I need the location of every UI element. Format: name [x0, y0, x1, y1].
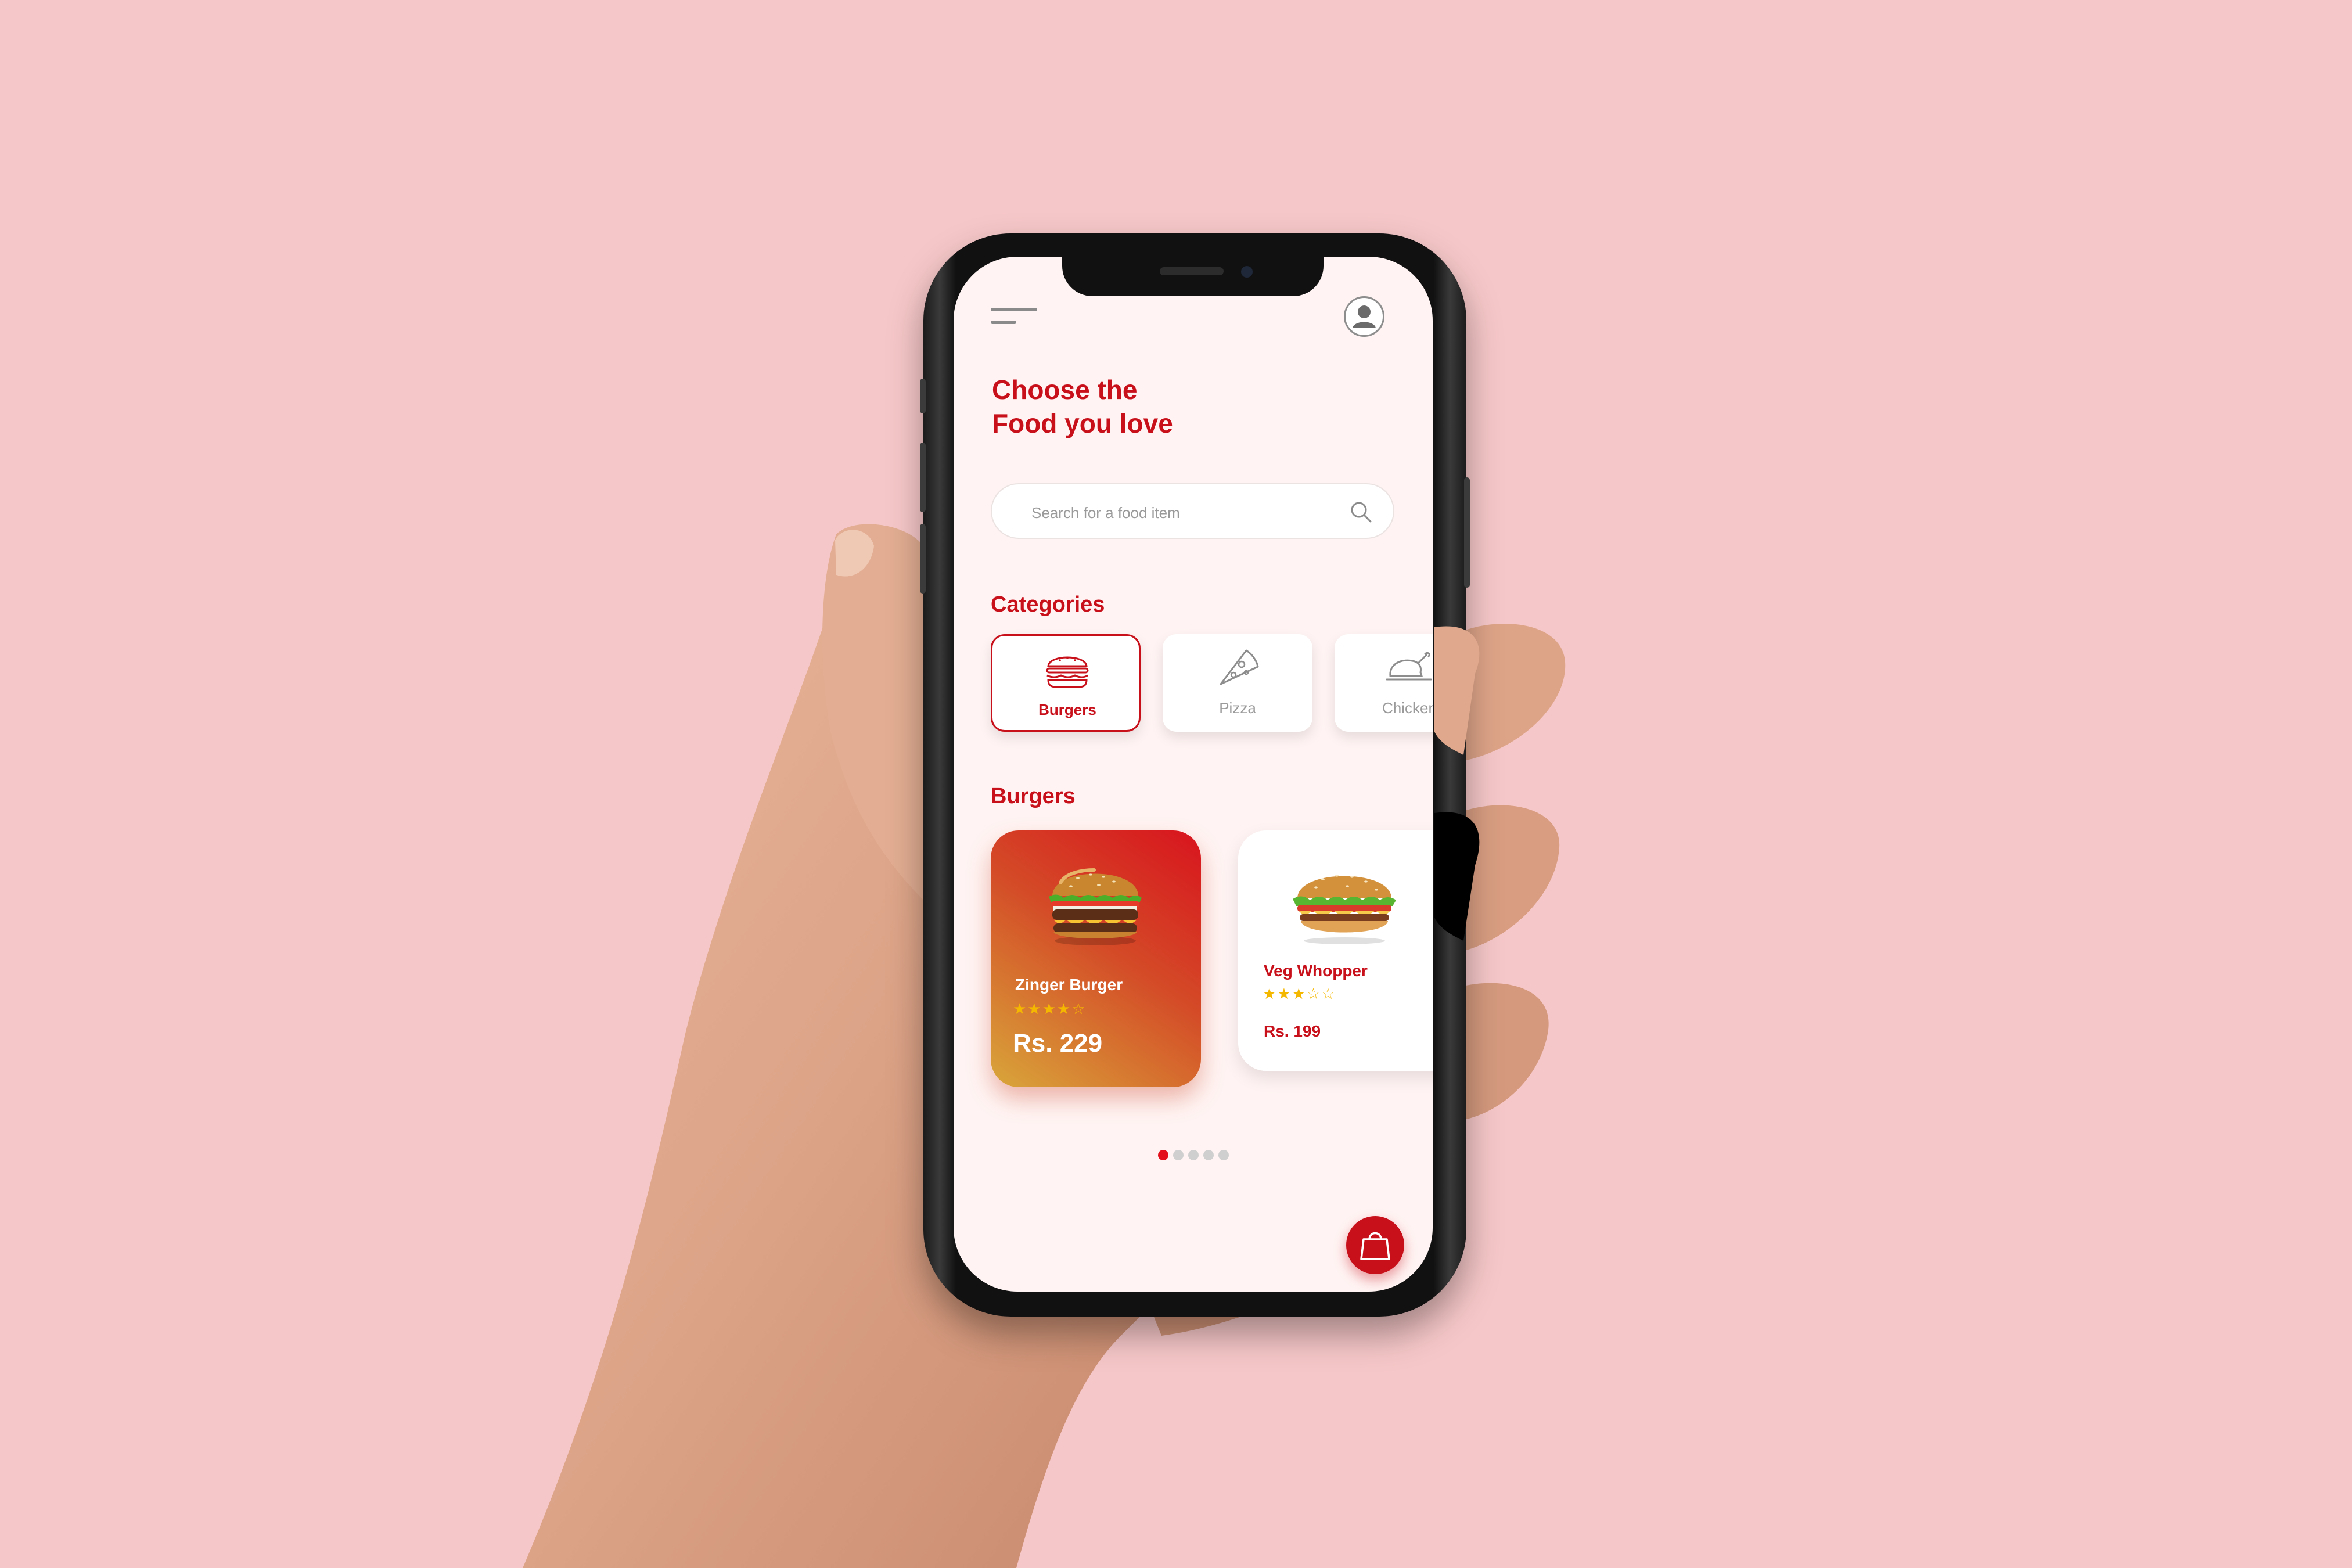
pagination-dot-5[interactable] — [1218, 1150, 1229, 1160]
rating-stars: ★★★★☆ — [1013, 1000, 1087, 1017]
pagination-dot-1[interactable] — [1158, 1150, 1168, 1160]
shopping-bag-icon — [1360, 1232, 1390, 1260]
speaker — [1160, 267, 1224, 275]
title-line-2: Food you love — [992, 408, 1173, 438]
food-card-zinger-burger[interactable]: Zinger Burger ★★★★☆ Rs. 229 — [991, 830, 1201, 1087]
category-label: Chicken — [1382, 699, 1433, 717]
burger-icon — [1046, 656, 1089, 688]
hamburger-menu-icon[interactable] — [991, 308, 1037, 328]
pagination-dot-4[interactable] — [1203, 1150, 1214, 1160]
mute-switch — [920, 379, 926, 413]
zinger-burger-image — [1049, 868, 1142, 945]
front-camera — [1241, 266, 1253, 278]
page-title: Choose the Food you love — [992, 373, 1173, 440]
food-name: Zinger Burger — [1015, 976, 1123, 994]
profile-avatar-icon[interactable] — [1344, 296, 1384, 337]
food-name: Veg Whopper — [1264, 962, 1368, 980]
pagination-dot-3[interactable] — [1188, 1150, 1199, 1160]
veg-whopper-image — [1293, 875, 1396, 944]
search-icon[interactable] — [1348, 499, 1374, 525]
title-line-1: Choose the — [992, 375, 1138, 405]
phone-frame: Choose the Food you love Categories Burg… — [920, 233, 1470, 1317]
rating-stars: ★★★☆☆ — [1263, 985, 1336, 1002]
search-bar — [991, 483, 1394, 539]
pizza-icon — [1220, 649, 1259, 685]
chicken-icon — [1386, 652, 1432, 681]
category-burgers[interactable]: Burgers — [991, 634, 1141, 732]
power-button — [1464, 477, 1470, 588]
pagination-dot-2[interactable] — [1173, 1150, 1184, 1160]
phone-notch — [1062, 257, 1324, 296]
burgers-heading: Burgers — [991, 784, 1076, 808]
category-chicken[interactable]: Chicken — [1335, 634, 1433, 732]
category-pizza[interactable]: Pizza — [1163, 634, 1312, 732]
food-price: Rs. 199 — [1264, 1022, 1321, 1040]
food-card-veg-whopper[interactable]: Veg Whopper ★★★☆☆ Rs. 199 — [1238, 830, 1433, 1071]
category-label: Pizza — [1219, 699, 1256, 717]
cart-button[interactable] — [1346, 1216, 1404, 1274]
volume-down-button — [920, 524, 926, 594]
volume-up-button — [920, 443, 926, 512]
food-price: Rs. 229 — [1013, 1029, 1103, 1058]
search-input[interactable] — [1030, 501, 1346, 525]
categories-heading: Categories — [991, 592, 1105, 617]
category-label: Burgers — [1038, 701, 1096, 718]
app-screen: Choose the Food you love Categories Burg… — [954, 257, 1433, 1292]
